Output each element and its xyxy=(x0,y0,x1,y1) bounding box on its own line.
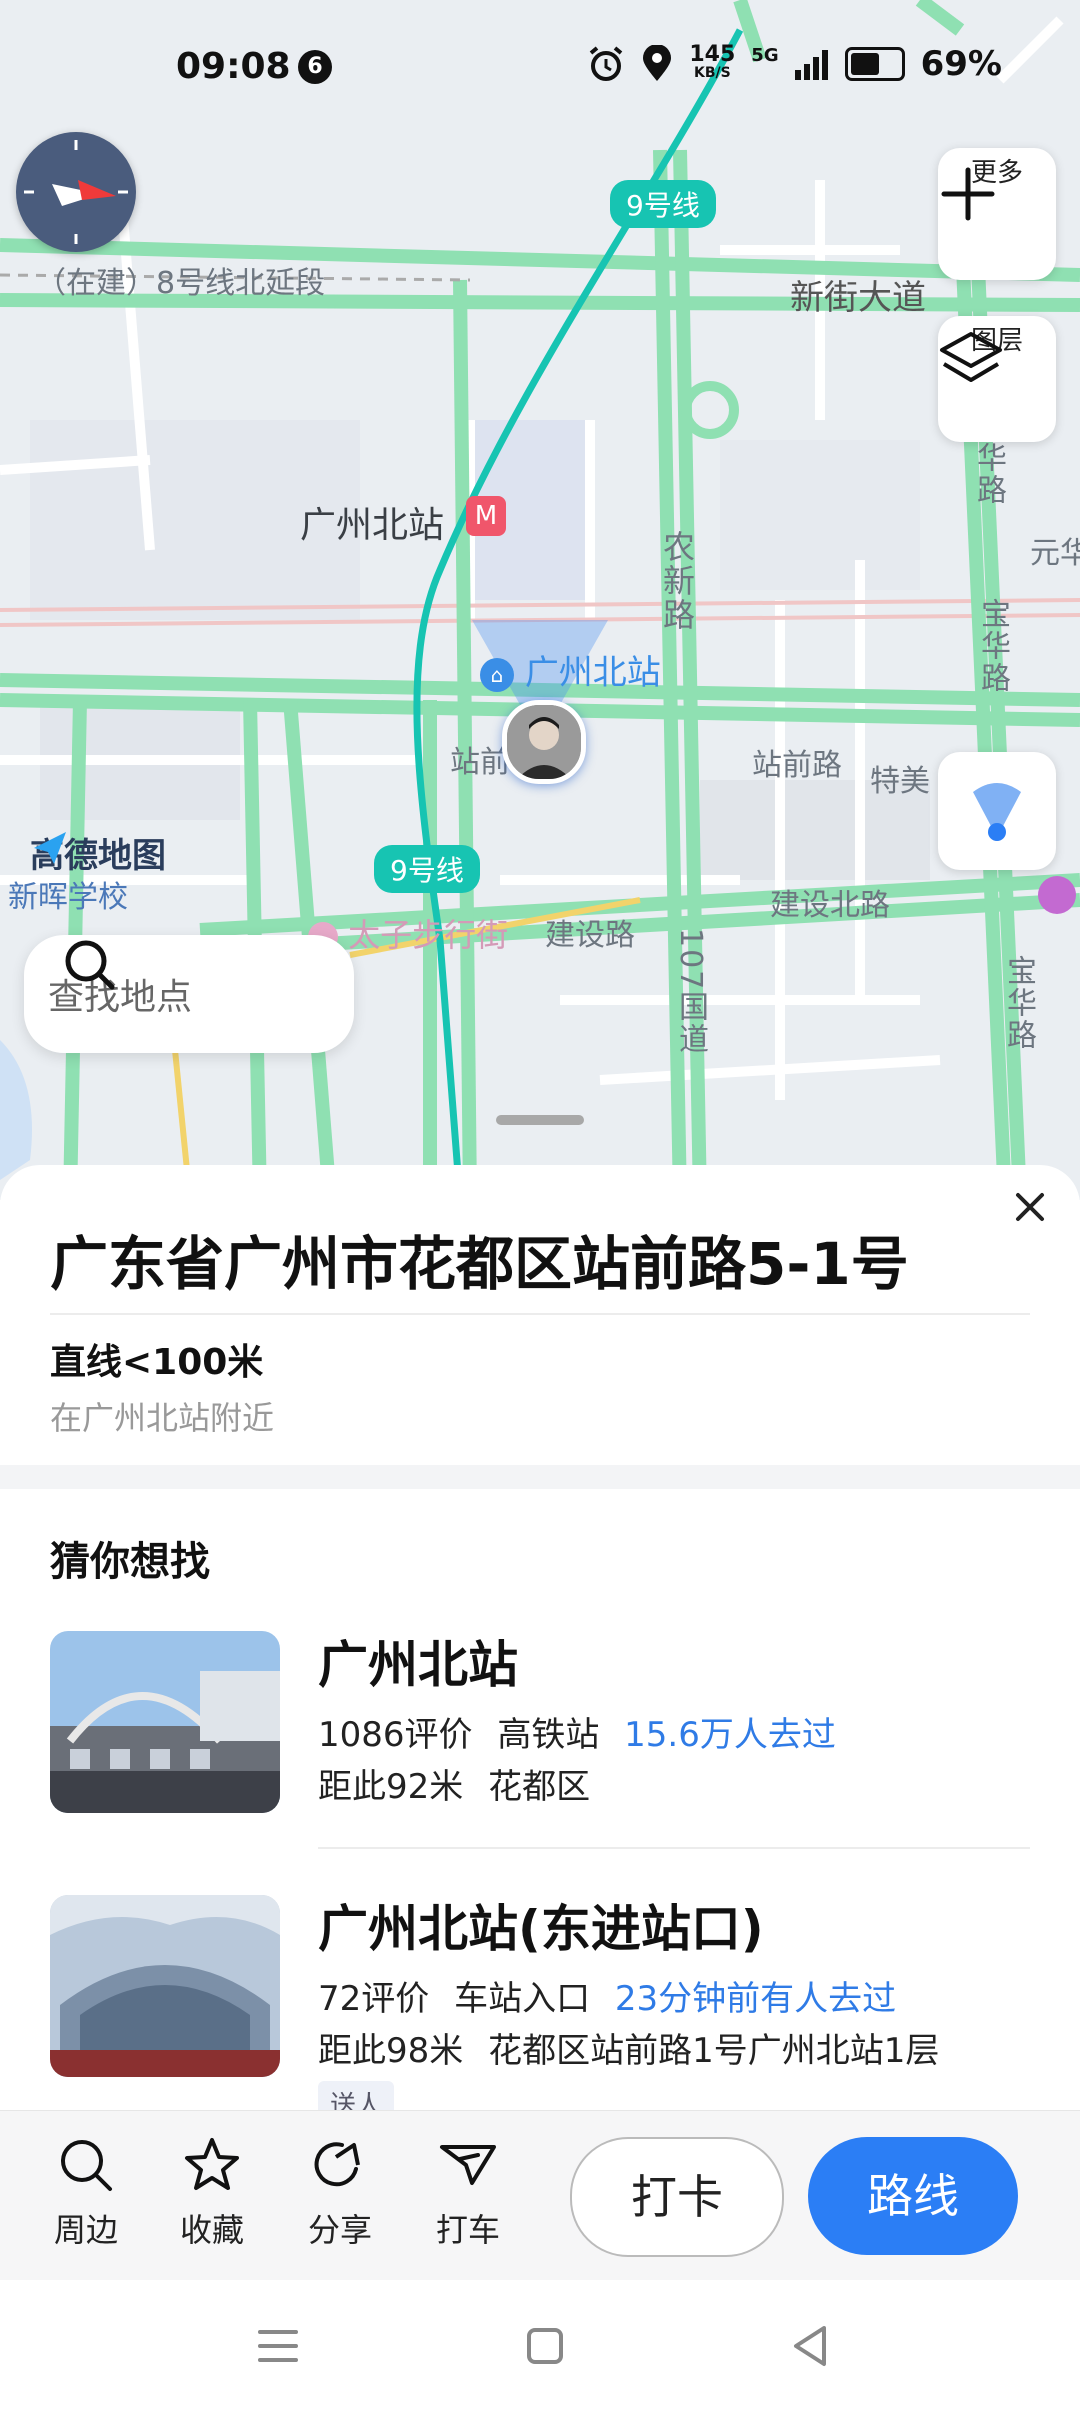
section-gap xyxy=(0,1465,1080,1489)
map-label-jianshe-north-road: 建设北路 xyxy=(770,888,890,923)
metro-line-badge-top[interactable]: 9号线 xyxy=(610,180,716,228)
search-icon xyxy=(65,940,115,990)
status-bar: 09:08 6 145 KB/S 5G 69% xyxy=(0,0,1080,130)
system-nav-bar xyxy=(0,2280,1080,2412)
notification-badge: 6 xyxy=(298,50,332,84)
amap-brand: 高德地图 xyxy=(30,828,166,877)
more-button[interactable]: 更多 xyxy=(938,148,1056,280)
layers-icon xyxy=(940,332,1002,382)
metro-line-badge-bottom[interactable]: 9号线 xyxy=(374,845,480,893)
place-detail-sheet: 广东省广州市花都区站前路5-1号 直线<100米 在广州北站附近 猜你想找 广州… xyxy=(0,1165,1080,2245)
share-icon xyxy=(314,2142,360,2187)
network-type: 5G xyxy=(751,44,779,66)
map-poi-station[interactable]: ⌂ 广州北站 xyxy=(480,645,661,694)
result-meta: 72评价 车站入口 23分钟前有人去过 xyxy=(318,1979,897,2019)
compass-icon xyxy=(24,140,128,244)
result-card[interactable]: 广州北站(东进站口) 72评价 车站入口 23分钟前有人去过 距此98米 花都区… xyxy=(50,1895,1030,2126)
star-icon xyxy=(185,2138,239,2190)
metro-station-icon[interactable]: M xyxy=(466,496,506,536)
route-button[interactable]: 路线 xyxy=(808,2137,1018,2255)
map-label-nongxin-road: 农新路 xyxy=(658,530,696,632)
search-bar[interactable]: 查找地点 xyxy=(24,935,354,1053)
map-label-xinjie-road: 新街大道 xyxy=(790,278,926,318)
map-label-road-107: 107国道 xyxy=(673,928,708,1056)
alarm-icon xyxy=(590,46,623,81)
station-pin-icon: ⌂ xyxy=(480,657,514,692)
person-icon xyxy=(507,705,581,779)
locate-button[interactable] xyxy=(938,752,1056,870)
favorite-button[interactable]: 收藏 xyxy=(162,2135,262,2251)
result-title: 广州北站(东进站口) xyxy=(318,1900,764,1958)
status-time: 09:08 xyxy=(176,46,291,87)
back-icon[interactable] xyxy=(780,2316,840,2376)
compass-button[interactable] xyxy=(16,132,136,252)
address-title: 广东省广州市花都区站前路5-1号 xyxy=(50,1230,909,1298)
menu-icon[interactable] xyxy=(248,2316,308,2376)
divider xyxy=(318,1847,1030,1849)
result-thumbnail xyxy=(50,1895,280,2077)
taxi-icon xyxy=(440,2145,496,2185)
plus-icon xyxy=(941,167,995,221)
map-label-baohua-bottom: 宝华路 xyxy=(1001,955,1036,1051)
map-label-zhanqian-right: 站前路 xyxy=(752,748,842,783)
layers-button[interactable]: 图层 xyxy=(938,316,1056,442)
signal-icon xyxy=(794,50,828,80)
action-bar: 周边 收藏 分享 打车 打卡 路线 xyxy=(0,2110,1080,2281)
result-card[interactable]: 广州北站 1086评价 高铁站 15.6万人去过 距此92米 花都区 xyxy=(50,1631,1030,1821)
search-icon xyxy=(61,2140,112,2191)
divider xyxy=(50,1313,1030,1315)
nearby-text: 在广州北站附近 xyxy=(50,1399,275,1437)
sheet-drag-handle[interactable] xyxy=(496,1115,584,1125)
map-label-station[interactable]: 广州北站 xyxy=(300,496,444,548)
amap-logo-icon xyxy=(34,832,66,864)
map-label-construction-line: （在建）8号线北延段 xyxy=(36,266,326,301)
user-location-avatar[interactable] xyxy=(502,700,586,784)
distance-text: 直线<100米 xyxy=(50,1342,264,1383)
map-view[interactable]: （在建）8号线北延段 新街大道 9号线 9号线 广州北站 M ⌂ 广州北站 农新… xyxy=(0,0,1080,1200)
result-meta: 1086评价 高铁站 15.6万人去过 xyxy=(318,1715,836,1755)
close-icon[interactable] xyxy=(1006,1183,1054,1231)
location-icon xyxy=(643,45,672,81)
result-title: 广州北站 xyxy=(318,1636,518,1694)
nearby-button[interactable]: 周边 xyxy=(36,2135,136,2251)
home-icon[interactable] xyxy=(515,2316,575,2376)
map-label-jianshe-road: 建设路 xyxy=(545,918,635,953)
result-location: 距此92米 花都区 xyxy=(318,1767,591,1807)
battery-level: 69% xyxy=(920,44,1002,84)
map-label-temei: 特美 xyxy=(870,764,930,799)
map-label-yuanhua: 元华 xyxy=(1030,536,1080,571)
locate-icon xyxy=(973,783,1021,841)
result-location: 距此98米 花都区站前路1号广州北站1层 xyxy=(318,2031,940,2071)
checkin-button[interactable]: 打卡 xyxy=(570,2137,784,2257)
taxi-button[interactable]: 打车 xyxy=(418,2135,518,2251)
map-label-zhanqian-left: 站前 xyxy=(450,745,510,780)
net-speed: 145 KB/S xyxy=(689,42,736,82)
map-label-baohua-mid: 宝华路 xyxy=(975,598,1010,694)
battery-icon xyxy=(844,47,905,81)
result-thumbnail xyxy=(50,1631,280,1813)
shopping-poi-icon[interactable] xyxy=(1038,876,1076,914)
share-button[interactable]: 分享 xyxy=(290,2135,390,2251)
section-title: 猜你想找 xyxy=(50,1539,210,1585)
map-label-xinhui-school: 新晖学校 xyxy=(8,880,128,915)
